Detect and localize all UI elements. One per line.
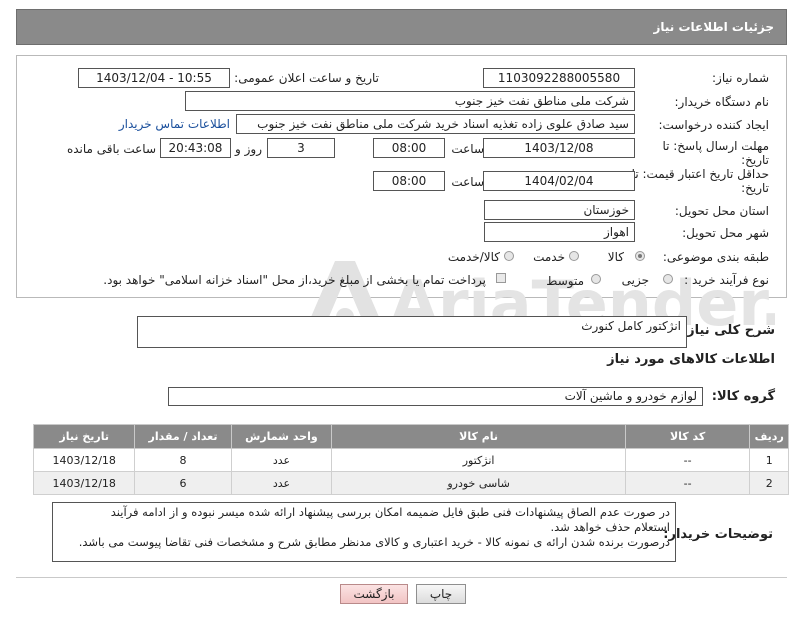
requester-label: ایجاد کننده درخواست: — [658, 118, 769, 132]
delivery-province-label: استان محل تحویل: — [674, 204, 769, 218]
response-deadline-date: 1403/12/08 — [483, 138, 635, 158]
price-validity-time-label: ساعت — [451, 175, 484, 189]
requester-field: سید صادق علوی زاده تغذیه اسناد خرید شرکت… — [236, 114, 635, 134]
category-radio-goods-service[interactable] — [504, 251, 514, 261]
cell-name: شاسی خودرو — [331, 471, 626, 495]
response-deadline-label: مهلت ارسال پاسخ: تا — [662, 139, 769, 153]
remaining-time-label: ساعت باقی مانده — [66, 142, 156, 156]
process-radio-minor[interactable] — [663, 274, 673, 284]
cell-name: انژکتور — [331, 448, 626, 472]
cell-row: 1 — [749, 448, 789, 472]
col-row: ردیف — [749, 424, 789, 449]
buyer-notes-line-3: درصورت برنده شدن ارائه ی نمونه کالا - خر… — [78, 535, 670, 549]
category-option-service: خدمت — [533, 250, 565, 264]
col-unit: واحد شمارش — [230, 424, 333, 449]
header-bar: جزئیات اطلاعات نیاز — [16, 9, 787, 45]
cell-date: 1403/12/18 — [32, 448, 136, 472]
cell-qty: 8 — [134, 448, 232, 472]
delivery-province-field: خوزستان — [484, 200, 635, 220]
process-radio-medium[interactable] — [591, 274, 601, 284]
items-table-wrap: ردیف کد کالا نام کالا واحد شمارش تعداد /… — [32, 424, 789, 495]
response-deadline-time-label: ساعت — [451, 142, 484, 156]
process-option-minor: جزیی — [621, 273, 649, 287]
goods-group-label: گروه کالا: — [711, 389, 775, 404]
response-deadline-time: 08:00 — [373, 138, 445, 158]
col-date: تاریخ نیاز — [32, 424, 136, 449]
remaining-time-field: 20:43:08 — [160, 138, 231, 158]
items-table: ردیف کد کالا نام کالا واحد شمارش تعداد /… — [32, 424, 789, 495]
response-deadline-label-2: تاریخ: — [741, 153, 769, 167]
cell-unit: عدد — [230, 471, 333, 495]
col-code: کد کالا — [624, 424, 751, 449]
buyer-org-field: شرکت ملی مناطق نفت خیز جنوب — [185, 91, 635, 111]
table-header-row: ردیف کد کالا نام کالا واحد شمارش تعداد /… — [32, 424, 789, 449]
buyer-org-label: نام دستگاه خریدار: — [674, 95, 770, 109]
category-label: طبقه بندی موضوعی: — [662, 250, 769, 264]
price-validity-date: 1404/02/04 — [483, 171, 635, 191]
category-option-goods: کالا — [607, 250, 624, 264]
category-option-goods-service: کالا/خدمت — [447, 250, 500, 264]
cell-unit: عدد — [230, 448, 333, 472]
buyer-notes-label: توضیحات خریدار: — [663, 527, 773, 542]
page-title: جزئیات اطلاعات نیاز — [653, 20, 774, 34]
delivery-city-label: شهر محل تحویل: — [682, 226, 769, 240]
buyer-notes-line-2: استعلام حذف خواهد شد. — [550, 520, 670, 534]
col-qty: تعداد / مقدار — [134, 424, 232, 449]
process-option-medium: متوسط — [546, 274, 584, 288]
need-number-field: 1103092288005580 — [483, 68, 635, 88]
goods-group-field: لوازم خودرو و ماشین آلات — [168, 387, 703, 406]
col-name: نام کالا — [331, 424, 626, 449]
category-radio-goods[interactable] — [635, 251, 645, 261]
need-number-label: شماره نیاز: — [712, 71, 769, 85]
print-button[interactable]: چاپ — [416, 584, 466, 604]
buyer-notes-line-1: در صورت عدم الصاق پیشنهادات فنی طبق فایل… — [110, 505, 670, 519]
category-radio-service[interactable] — [569, 251, 579, 261]
treasury-payment-note: پرداخت تمام یا بخشی از مبلغ خرید،از محل … — [103, 273, 486, 287]
table-row: 1 -- انژکتور عدد 8 1403/12/18 — [32, 448, 789, 472]
delivery-city-field: اهواز — [484, 222, 635, 242]
treasury-payment-checkbox[interactable] — [496, 273, 506, 283]
cell-code: -- — [624, 471, 751, 495]
price-validity-time: 08:00 — [373, 171, 445, 191]
buyer-notes-box: در صورت عدم الصاق پیشنهادات فنی طبق فایل… — [52, 502, 676, 562]
announce-datetime-field: 1403/12/04 - 10:55 — [78, 68, 230, 88]
bottom-divider — [16, 577, 787, 578]
summary-label: شرح کلی نیاز: — [681, 323, 775, 338]
summary-textarea[interactable]: انژکتور کامل کنورث — [137, 316, 687, 348]
remaining-days-label: روز و — [235, 142, 262, 156]
goods-section-title: اطلاعات کالاهای مورد نیاز — [607, 352, 775, 367]
cell-code: -- — [624, 448, 751, 472]
summary-value: انژکتور کامل کنورث — [581, 319, 681, 333]
remaining-days-field: 3 — [267, 138, 335, 158]
announce-datetime-label: تاریخ و ساعت اعلان عمومی: — [234, 71, 379, 85]
price-validity-label-2: تاریخ: — [741, 181, 769, 195]
cell-row: 2 — [749, 471, 789, 495]
cell-qty: 6 — [134, 471, 232, 495]
buyer-contact-link[interactable]: اطلاعات تماس خریدار — [119, 117, 230, 131]
purchase-process-label: نوع فرآیند خرید : — [684, 273, 769, 287]
table-row: 2 -- شاسی خودرو عدد 6 1403/12/18 — [32, 471, 789, 495]
price-validity-label: حداقل تاریخ اعتبار قیمت: تا — [631, 167, 769, 181]
cell-date: 1403/12/18 — [32, 471, 136, 495]
back-button[interactable]: بازگشت — [340, 584, 408, 604]
